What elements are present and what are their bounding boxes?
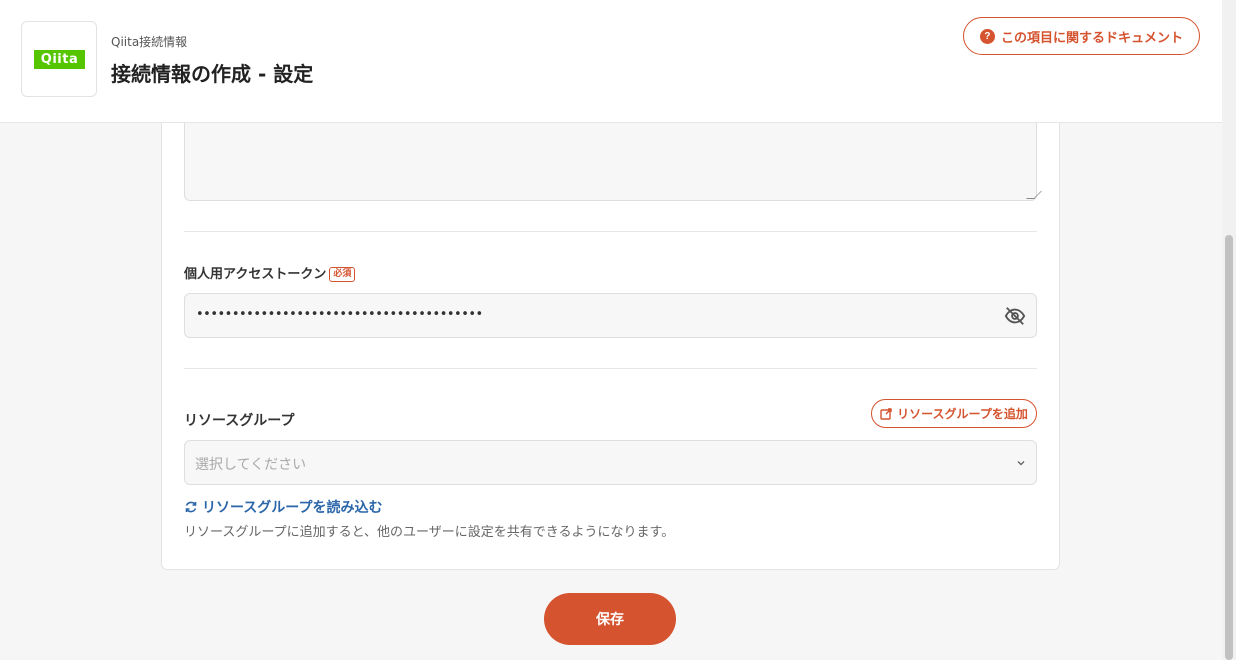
eye-off-icon[interactable] xyxy=(1004,305,1026,327)
token-label-text: 個人用アクセストークン xyxy=(184,267,327,282)
help-circle-icon: ? xyxy=(979,28,995,44)
app-logo-box: Qiita xyxy=(21,21,97,97)
access-token-value: •••••••••••••••••••••••••••••••••••••••• xyxy=(196,307,483,322)
page-header: Qiita Qiita接続情報 接続情報の作成 - 設定 ? この項目に関するド… xyxy=(0,0,1222,123)
divider xyxy=(184,231,1037,232)
resource-group-placeholder: 選択してください xyxy=(195,457,307,473)
divider xyxy=(184,368,1037,369)
external-link-icon xyxy=(880,407,892,420)
documentation-button[interactable]: ? この項目に関するドキュメント xyxy=(963,17,1200,55)
add-resource-group-label: リソースグループを追加 xyxy=(897,407,1028,421)
chevron-down-icon xyxy=(1017,461,1025,466)
resource-group-select[interactable]: 選択してください xyxy=(184,440,1037,485)
qiita-logo: Qiita xyxy=(34,50,85,69)
resource-group-label: リソースグループ xyxy=(184,413,295,429)
breadcrumb[interactable]: Qiita接続情報 xyxy=(111,33,187,50)
scrollbar-thumb[interactable] xyxy=(1225,235,1233,660)
resource-group-help-text: リソースグループに追加すると、他のユーザーに設定を共有できるようになります。 xyxy=(184,525,675,540)
reload-resource-groups-link[interactable]: リソースグループを読み込む xyxy=(184,497,382,517)
required-badge: 必須 xyxy=(329,267,356,282)
documentation-button-label: この項目に関するドキュメント xyxy=(1000,29,1183,45)
page-title: 接続情報の作成 - 設定 xyxy=(111,62,314,86)
add-resource-group-button[interactable]: リソースグループを追加 xyxy=(871,399,1037,428)
refresh-icon xyxy=(185,501,197,513)
access-token-input[interactable]: •••••••••••••••••••••••••••••••••••••••• xyxy=(184,293,1037,338)
token-label: 個人用アクセストークン 必須 xyxy=(184,263,356,282)
save-button[interactable]: 保存 xyxy=(544,593,676,645)
reload-resource-groups-label: リソースグループを読み込む xyxy=(202,500,383,516)
description-textarea[interactable] xyxy=(184,120,1037,201)
